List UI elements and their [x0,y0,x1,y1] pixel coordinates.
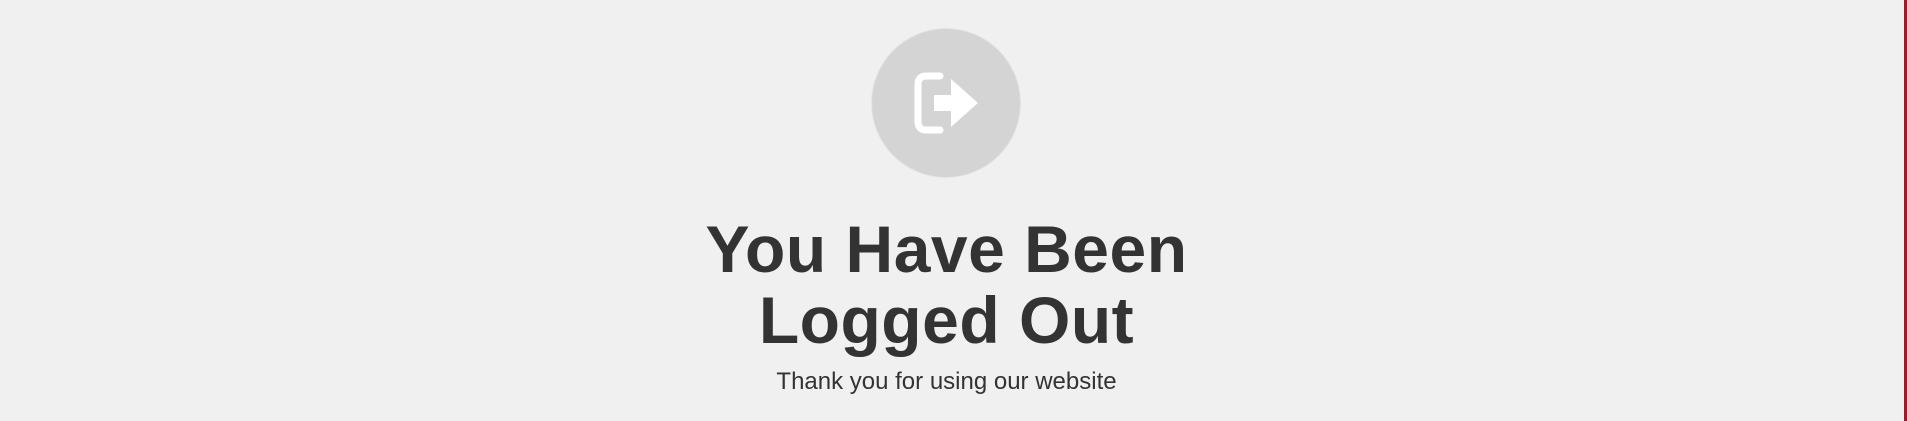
page-subtitle: Thank you for using our website [776,368,1117,395]
logout-icon [914,72,978,134]
page-title-line-2: Logged Out [758,283,1135,357]
page-title: You Have Been Logged Out [0,214,1893,356]
page-title-line-1: You Have Been [705,212,1188,286]
logout-screen: You Have Been Logged Out Thank you for u… [0,0,1893,421]
logout-icon-badge [872,29,1020,177]
